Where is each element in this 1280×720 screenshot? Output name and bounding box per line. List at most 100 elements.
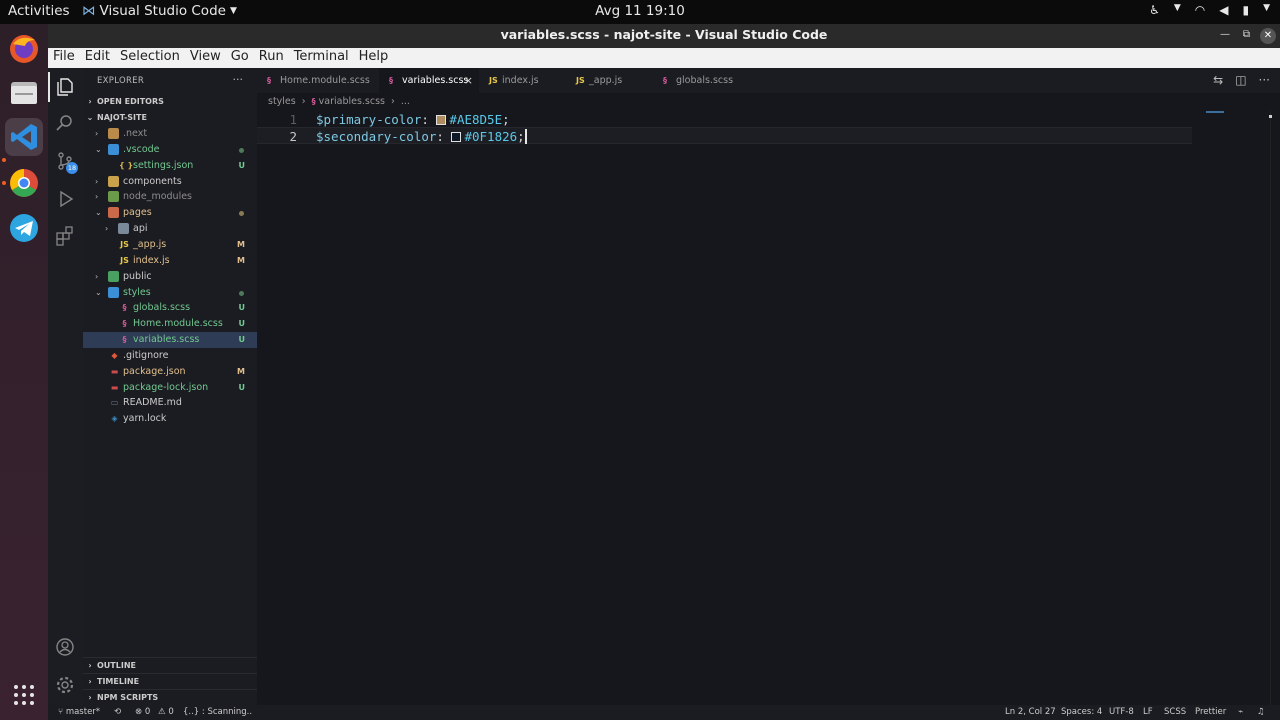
branch-indicator[interactable]: ⑂ master* (58, 705, 100, 720)
tree-item[interactable]: JS _app.js M (83, 237, 257, 253)
menu-edit[interactable]: Edit (80, 48, 115, 68)
tree-item[interactable]: › node_modules (83, 189, 257, 205)
wifi-icon[interactable]: ◠ (1195, 3, 1205, 17)
code-line[interactable]: 1 $primary-color: #AE8D5E; (257, 111, 1192, 128)
code-line-current[interactable]: 2 $secondary-color: #0F1826; (257, 127, 1192, 144)
account-icon[interactable] (54, 636, 76, 658)
tree-item[interactable]: › .next (83, 126, 257, 142)
encoding[interactable]: UTF-8 (1109, 705, 1134, 720)
project-section[interactable]: ⌄ NAJOT-SITE (83, 110, 257, 126)
tree-item[interactable]: ◆ .gitignore (83, 348, 257, 364)
activities-button[interactable]: Activities (8, 3, 70, 19)
tab-app-js[interactable]: JS _app.js (566, 68, 653, 93)
outline-section[interactable]: › OUTLINE (83, 657, 257, 673)
code-text[interactable]: $primary-color: #AE8D5E; (316, 111, 510, 128)
menu-run[interactable]: Run (254, 48, 289, 68)
split-editor-icon[interactable]: ◫ (1235, 73, 1246, 87)
folder-icon (108, 128, 119, 139)
settings-gear-icon[interactable] (54, 674, 76, 696)
tree-item[interactable]: › api (83, 221, 257, 237)
close-window-button[interactable]: ✕ (1260, 28, 1276, 44)
telegram-icon[interactable] (5, 209, 43, 247)
battery-icon[interactable]: ▮ (1242, 3, 1249, 17)
tree-item[interactable]: { } settings.json U (83, 158, 257, 174)
formatter-status[interactable]: Prettier (1195, 705, 1226, 720)
language-mode[interactable]: SCSS (1164, 705, 1186, 720)
chevron-down-icon[interactable]: ▼ (1263, 3, 1270, 17)
tree-item[interactable]: › components (83, 174, 257, 190)
system-tray[interactable]: ♿ ▼ ◠ ◀ ▮ ▼ (1149, 3, 1270, 17)
code-text[interactable]: $secondary-color: #0F1826; (316, 128, 527, 145)
files-icon[interactable] (5, 74, 43, 112)
cursor-position[interactable]: Ln 2, Col 27 (1005, 705, 1056, 720)
tree-item[interactable]: ◈ yarn.lock (83, 411, 257, 427)
minimize-icon[interactable]: — (1220, 24, 1230, 46)
timeline-section[interactable]: › TIMELINE (83, 673, 257, 689)
tab-variables-scss[interactable]: § variables.scss × (379, 68, 479, 93)
explorer-icon[interactable] (54, 76, 76, 98)
tree-item[interactable]: ▬ package-lock.json U (83, 380, 257, 396)
tree-item[interactable]: § Home.module.scss U (83, 316, 257, 332)
folder-icon (108, 175, 119, 187)
problems-errors[interactable]: ⊗ 0 (135, 705, 150, 720)
accessibility-icon[interactable]: ♿ (1149, 3, 1160, 17)
extensions-icon[interactable] (54, 225, 76, 247)
tree-item-label: .next (123, 128, 148, 139)
menu-file[interactable]: File (48, 48, 80, 68)
indentation[interactable]: Spaces: 4 (1061, 705, 1102, 720)
scanning-status[interactable]: {..} : Scanning.. (183, 705, 252, 720)
menu-view[interactable]: View (185, 48, 226, 68)
tree-item[interactable]: ⌄ .vscode (83, 142, 257, 158)
app-menu[interactable]: ⋈ Visual Studio Code ▼ (82, 3, 237, 19)
breadcrumb-symbol[interactable]: ... (401, 96, 410, 107)
vscode-icon[interactable] (5, 118, 43, 156)
notifications-icon[interactable]: ♫ (1257, 705, 1265, 720)
firefox-icon[interactable] (5, 30, 43, 68)
volume-icon[interactable]: ◀ (1219, 3, 1228, 17)
tree-item[interactable]: § globals.scss U (83, 300, 257, 316)
search-icon[interactable] (54, 112, 76, 134)
tree-item[interactable]: JS index.js M (83, 253, 257, 269)
breadcrumb-file[interactable]: variables.scss (319, 96, 385, 107)
compare-changes-icon[interactable]: ⇆ (1213, 73, 1223, 87)
npm-scripts-section[interactable]: › NPM SCRIPTS (83, 689, 257, 705)
problems-warnings[interactable]: ⚠ 0 (158, 705, 174, 720)
more-actions-icon[interactable]: ··· (1259, 73, 1270, 87)
menu-help[interactable]: Help (354, 48, 394, 68)
git-branch-icon: ⑂ (58, 707, 66, 717)
breadcrumb-folder[interactable]: styles (268, 96, 296, 107)
restore-icon[interactable]: ⧉ (1243, 24, 1250, 46)
menu-go[interactable]: Go (226, 48, 254, 68)
tree-item[interactable]: › public (83, 269, 257, 285)
end-of-line[interactable]: LF (1143, 705, 1153, 720)
color-swatch[interactable] (436, 115, 447, 125)
sync-icon[interactable]: ⟲ (114, 705, 121, 720)
tree-item-label: index.js (133, 254, 170, 266)
color-swatch[interactable] (451, 132, 462, 142)
minimap[interactable] (1206, 111, 1224, 113)
tab-index-js[interactable]: JS index.js (479, 68, 566, 93)
chevron-down-icon[interactable]: ▼ (1174, 3, 1181, 17)
active-view-marker (48, 72, 50, 102)
window-title-bar: variables.scss - najot-site - Visual Stu… (48, 24, 1280, 48)
vertical-scrollbar[interactable] (1269, 111, 1280, 705)
chrome-icon[interactable] (5, 164, 43, 202)
tree-item[interactable]: § variables.scss U (83, 332, 257, 349)
show-apps-icon[interactable] (5, 676, 43, 714)
git-status-badge: U (238, 303, 246, 313)
tab-home-module-scss[interactable]: § Home.module.scss (257, 68, 379, 93)
tree-item[interactable]: ⌄ styles (83, 285, 257, 301)
run-debug-icon[interactable] (54, 188, 76, 210)
close-tab-icon[interactable]: × (464, 68, 473, 93)
feedback-icon[interactable]: ⌁ (1238, 705, 1243, 720)
open-editors-section[interactable]: › OPEN EDITORS (83, 94, 257, 110)
menu-terminal[interactable]: Terminal (289, 48, 354, 68)
menu-selection[interactable]: Selection (115, 48, 185, 68)
code-editor[interactable]: 1 $primary-color: #AE8D5E; 2 $secondary-… (257, 111, 1280, 705)
clock[interactable]: Avg 11 19:10 (595, 3, 685, 19)
more-actions-icon[interactable]: ··· (233, 73, 244, 86)
tree-item[interactable]: ▬ package.json M (83, 364, 257, 380)
tab-globals-scss[interactable]: § globals.scss (653, 68, 745, 93)
tree-item[interactable]: ⌄ pages (83, 205, 257, 221)
tree-item[interactable]: ▭ README.md (83, 395, 257, 411)
